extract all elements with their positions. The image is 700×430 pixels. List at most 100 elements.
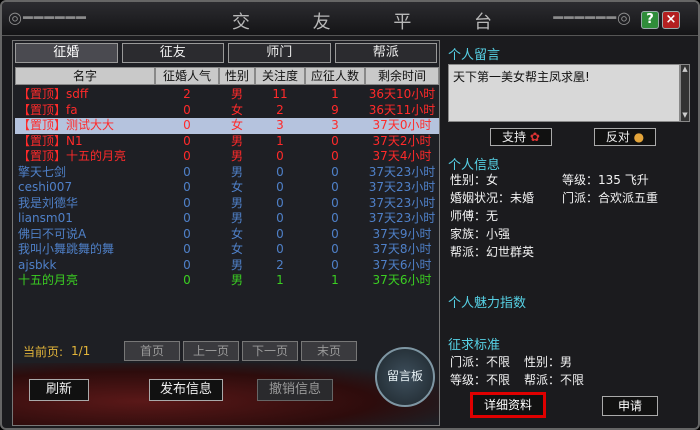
support-button[interactable]: 支持 ✿ xyxy=(490,128,552,146)
criteria-level: 等级：不限 xyxy=(450,373,511,387)
message-board-button[interactable]: 留言板 xyxy=(375,347,435,407)
next-page-button[interactable]: 下一页 xyxy=(242,341,298,361)
cell-applicants: 0 xyxy=(331,180,339,194)
tab-marriage[interactable]: 征婚 xyxy=(15,43,118,63)
cell-time-left: 37天8小时 xyxy=(372,242,432,256)
message-section-title: 个人留言 xyxy=(448,48,501,63)
cell-applicants: 0 xyxy=(331,133,339,148)
personal-message-box[interactable]: 天下第一美女帮主凤求凰! xyxy=(448,64,680,122)
first-page-button[interactable]: 首页 xyxy=(124,341,180,361)
title-bar[interactable]: ◎━━━━━━ 交 友 平 台 ━━━━━━◎ ? × xyxy=(2,2,698,36)
cell-applicants: 0 xyxy=(331,226,339,241)
cell-gender: 女 xyxy=(230,242,243,256)
table-row[interactable]: 我叫小舞跳舞的舞 0 女 0 0 37天8小时 xyxy=(15,242,439,258)
info-marital: 婚姻状况：未婚 xyxy=(450,191,535,205)
cell-name: 佛曰不可说A xyxy=(18,226,87,241)
table-row[interactable]: ajsbkk 0 男 2 0 37天6小时 xyxy=(15,258,439,274)
column-header-attention[interactable]: 关注度 xyxy=(255,67,305,85)
info-master: 师傅：无 xyxy=(450,209,499,223)
cell-gender: 男 xyxy=(230,195,243,210)
cell-applicants: 1 xyxy=(331,273,339,287)
table-row[interactable]: 【置顶】十五的月亮 0 男 0 0 37天4小时 xyxy=(15,149,439,165)
table-row[interactable]: 【置顶】N1 0 男 1 0 37天2小时 xyxy=(15,134,439,150)
cell-time-left: 37天2小时 xyxy=(372,133,432,148)
criteria-sect: 门派：不限 xyxy=(450,355,511,369)
table-row[interactable]: liansm01 0 男 0 0 37天23小时 xyxy=(15,211,439,227)
column-header-name[interactable]: 名字 xyxy=(15,67,155,85)
cell-popularity: 0 xyxy=(183,273,191,287)
category-tabs: 征婚 征友 师门 帮派 xyxy=(15,43,437,63)
cell-popularity: 0 xyxy=(183,102,191,117)
title-ornament-icon: ◎━━━━━━ xyxy=(8,8,87,27)
criteria-guild: 帮派：不限 xyxy=(524,373,585,387)
cell-name: liansm01 xyxy=(18,211,73,225)
info-gender: 性别：女 xyxy=(450,173,499,187)
support-label: 支持 xyxy=(502,130,527,144)
cell-time-left: 37天6小时 xyxy=(372,257,432,272)
current-page-label: 当前页: xyxy=(23,344,64,359)
table-row[interactable]: ceshi007 0 女 0 0 37天23小时 xyxy=(15,180,439,196)
table-row[interactable]: 我是刘德华 0 男 0 0 37天23小时 xyxy=(15,196,439,212)
cell-popularity: 0 xyxy=(183,118,191,132)
tab-guild[interactable]: 帮派 xyxy=(334,43,437,63)
message-scrollbar[interactable]: ▲ ▼ xyxy=(680,64,690,122)
cell-applicants: 9 xyxy=(331,102,339,117)
column-header-applicants[interactable]: 应征人数 xyxy=(305,67,365,85)
cell-name: 【置顶】测试大大 xyxy=(18,118,115,132)
cell-attention: 0 xyxy=(276,195,284,210)
pagination: 当前页: 1/1 首页 上一页 下一页 末页 xyxy=(23,341,357,361)
cell-gender: 男 xyxy=(230,133,243,148)
table-header: 名字 征婚人气 性别 关注度 应征人数 剩余时间 xyxy=(15,67,439,85)
cell-time-left: 37天23小时 xyxy=(368,211,436,225)
cell-attention: 1 xyxy=(276,133,284,148)
oppose-button[interactable]: 反对 ● xyxy=(594,128,656,146)
cell-attention: 0 xyxy=(276,226,284,241)
cell-popularity: 0 xyxy=(183,133,191,148)
column-header-gender[interactable]: 性别 xyxy=(219,67,255,85)
tab-friends[interactable]: 征友 xyxy=(121,43,224,63)
table-row[interactable]: 擎天七剑 0 男 0 0 37天23小时 xyxy=(15,165,439,181)
table-row[interactable]: 十五的月亮 0 男 1 1 37天6小时 xyxy=(15,273,439,289)
cell-time-left: 37天23小时 xyxy=(368,180,436,194)
cell-name: 【置顶】fa xyxy=(18,102,78,117)
scroll-down-icon[interactable]: ▼ xyxy=(681,111,689,119)
cell-attention: 1 xyxy=(276,273,284,287)
profile-panel: 个人留言 天下第一美女帮主凤求凰! ▲ ▼ 支持 ✿ 反对 ● 个人信息 性别：… xyxy=(444,40,692,426)
cell-attention: 0 xyxy=(276,242,284,256)
cell-time-left: 37天4小时 xyxy=(372,149,432,163)
table-row[interactable]: 【置顶】fa 0 女 2 9 36天11小时 xyxy=(15,103,439,119)
cell-applicants: 0 xyxy=(331,149,339,163)
table-row[interactable]: 【置顶】测试大大 0 女 3 3 37天0小时 xyxy=(15,118,439,134)
close-button[interactable]: × xyxy=(662,11,680,29)
publish-info-button[interactable]: 发布信息 xyxy=(149,379,223,401)
revoke-info-button[interactable]: 撤销信息 xyxy=(257,379,333,401)
column-header-popularity[interactable]: 征婚人气 xyxy=(155,67,219,85)
charm-section-title: 个人魅力指数 xyxy=(448,296,527,311)
apply-button[interactable]: 申请 xyxy=(602,396,658,416)
cell-name: 我叫小舞跳舞的舞 xyxy=(18,242,115,256)
title-char: 交 xyxy=(232,12,250,33)
tab-master[interactable]: 师门 xyxy=(228,43,331,63)
detail-info-button[interactable]: 详细资料 xyxy=(470,392,546,418)
cell-gender: 男 xyxy=(230,164,243,179)
column-header-time-left[interactable]: 剩余时间 xyxy=(365,67,439,85)
cell-time-left: 36天10小时 xyxy=(368,87,436,101)
cell-attention: 0 xyxy=(276,180,284,194)
current-page-number: 1/1 xyxy=(71,344,91,358)
refresh-button[interactable]: 刷新 xyxy=(29,379,89,401)
cell-attention: 0 xyxy=(276,149,284,163)
cell-name: 【置顶】sdff xyxy=(18,87,89,101)
info-family: 家族：小强 xyxy=(450,227,511,241)
cell-name: 我是刘德华 xyxy=(18,195,79,210)
last-page-button[interactable]: 末页 xyxy=(301,341,357,361)
cell-attention: 2 xyxy=(276,257,284,272)
scroll-up-icon[interactable]: ▲ xyxy=(681,65,689,73)
cell-gender: 女 xyxy=(230,180,243,194)
prev-page-button[interactable]: 上一页 xyxy=(183,341,239,361)
cell-gender: 女 xyxy=(230,118,243,132)
table-row[interactable]: 【置顶】sdff 2 男 11 1 36天10小时 xyxy=(15,87,439,103)
cell-name: 【置顶】十五的月亮 xyxy=(18,149,127,163)
help-button[interactable]: ? xyxy=(641,11,659,29)
table-row[interactable]: 佛曰不可说A 0 女 0 0 37天9小时 xyxy=(15,227,439,243)
cell-attention: 0 xyxy=(276,211,284,225)
